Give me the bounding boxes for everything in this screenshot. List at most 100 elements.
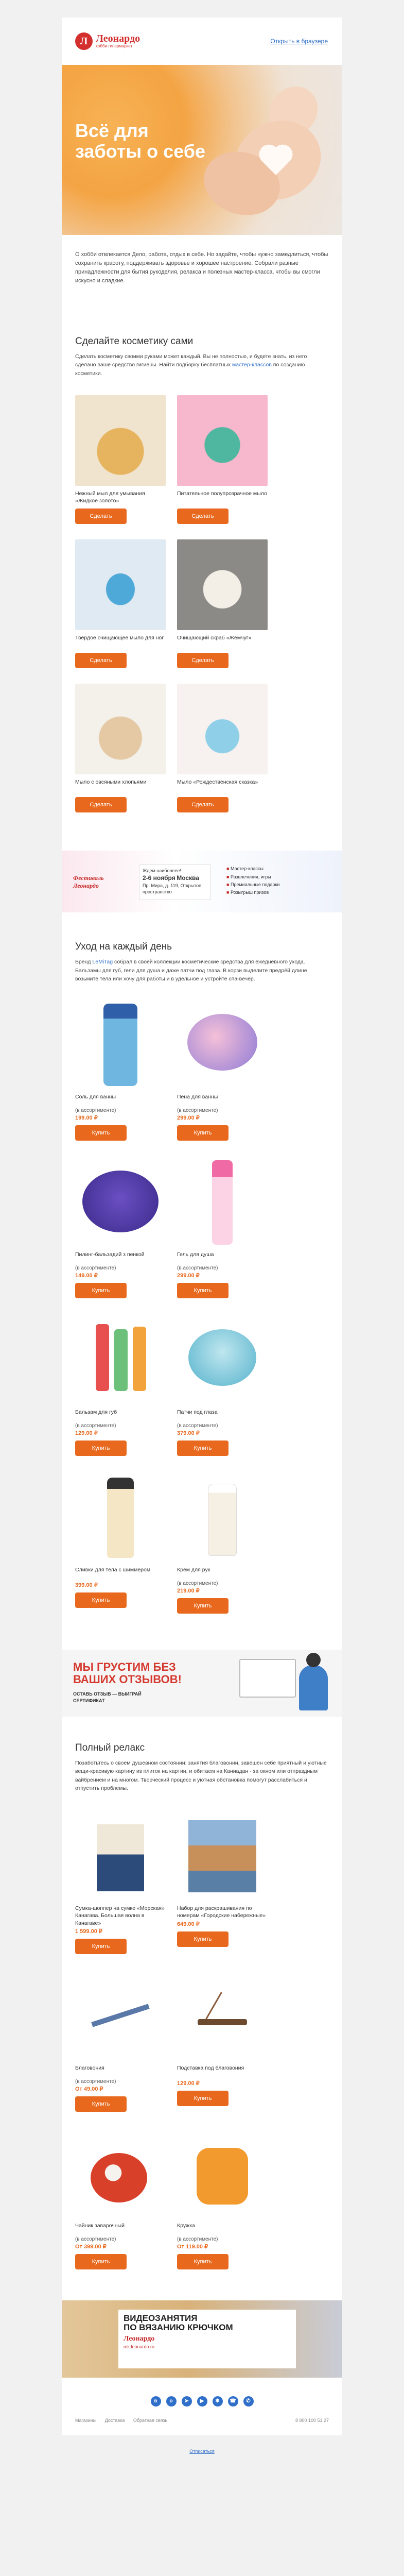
buy-button[interactable]: Купить	[75, 2096, 127, 2112]
product-image[interactable]	[177, 684, 268, 775]
product-card: Питательное полупрозрачное мыло Сделать	[177, 395, 268, 524]
buy-button[interactable]: Купить	[75, 1938, 127, 1954]
product-name: Соль для ванны	[75, 1094, 116, 1100]
product-image[interactable]	[75, 998, 166, 1090]
product-name: Пилинг-бальзадий з пенкой	[75, 1251, 145, 1258]
make-button[interactable]: Сделать	[75, 797, 127, 813]
product-name: Мыло «Рождественская сказка»	[177, 779, 258, 786]
product-image[interactable]	[75, 1969, 166, 2060]
product-grid: Нежный мыл для умывания «Жидкое золото» …	[62, 395, 342, 828]
buy-button[interactable]: Купить	[75, 1283, 127, 1299]
logo-subtitle: хобби-гипермаркет	[96, 44, 133, 49]
buy-button[interactable]: Купить	[177, 2253, 229, 2269]
dzen-icon[interactable]: ✱	[212, 2396, 223, 2406]
buy-button[interactable]: Купить	[75, 1125, 127, 1141]
product-image[interactable]	[75, 1314, 166, 1405]
product-image[interactable]	[177, 395, 268, 486]
make-button[interactable]: Сделать	[177, 797, 229, 813]
product-name: Пена для ванны	[177, 1094, 218, 1100]
video-banner[interactable]: ВИДЕОЗАНЯТИЯ ПО ВЯЗАНИЮ КРЮЧКОМ Леонардо…	[62, 2300, 342, 2378]
product-name: Крем для рук	[177, 1567, 210, 1573]
product-card: Подставка под благовония 129.00 ₽ Купить	[177, 1969, 268, 2112]
product-image[interactable]	[75, 1810, 166, 1901]
product-note: (в ассортименте)	[177, 1108, 218, 1114]
product-image[interactable]	[177, 2127, 268, 2218]
footer: Магазины Доставка Обратная связь 8 800 1…	[62, 2418, 342, 2435]
make-button[interactable]: Сделать	[75, 509, 127, 524]
masterclass-link[interactable]: мастер-классов	[232, 362, 272, 368]
product-image[interactable]	[177, 1314, 268, 1405]
buy-button[interactable]: Купить	[75, 2253, 127, 2269]
product-grid: Сумка-шоппер на сумке «Морская» Канагава…	[62, 1810, 342, 2285]
product-image[interactable]	[75, 539, 166, 631]
product-image[interactable]	[75, 684, 166, 775]
hero-banner[interactable]: Всё для заботы о себе	[62, 65, 342, 235]
buy-button[interactable]: Купить	[75, 1440, 127, 1456]
product-name: Мыло с овсяными хлопьями	[75, 779, 147, 786]
logo[interactable]: Л Леонардо хобби-гипермаркет	[75, 32, 140, 50]
product-price: 129.00 ₽	[75, 1430, 98, 1437]
vk-icon[interactable]: в	[150, 2396, 161, 2406]
product-price: 299.00 ₽	[177, 1115, 200, 1122]
product-card: Твёрдое очищающее мыло для ног Сделать	[75, 539, 166, 669]
product-image[interactable]	[177, 539, 268, 631]
open-in-browser-link[interactable]: Открыть в браузере	[270, 38, 328, 45]
reviews-banner[interactable]: МЫ ГРУСТИМ БЕЗ ВАШИХ ОТЗЫВОВ! ОСТАВЬ ОТЗ…	[62, 1650, 342, 1717]
footer-link-stores[interactable]: Магазины	[75, 2418, 96, 2423]
product-name: Подставка под благовония	[177, 2064, 244, 2071]
product-name: Питательное полупрозрачное мыло	[177, 490, 267, 497]
footer-phone[interactable]: 8 800 100 51 27	[295, 2418, 329, 2423]
section-text: Сделать косметику своими руками может ка…	[75, 353, 307, 377]
product-image[interactable]	[75, 1471, 166, 1563]
buy-button[interactable]: Купить	[177, 1598, 229, 1614]
monitor-illustration	[239, 1659, 296, 1698]
footer-link-feedback[interactable]: Обратная связь	[133, 2418, 167, 2423]
brand-link[interactable]: LeMiTag	[92, 959, 113, 965]
product-image[interactable]	[75, 2127, 166, 2218]
footer-link-delivery[interactable]: Доставка	[105, 2418, 125, 2423]
telegram-icon[interactable]: ➤	[181, 2396, 192, 2406]
unsubscribe-link[interactable]: Отписаться	[0, 2449, 404, 2454]
product-image[interactable]	[177, 1471, 268, 1563]
buy-button[interactable]: Купить	[177, 1931, 229, 1947]
intro-text: О хобби отвлекается Дело, работа, отдых …	[75, 251, 328, 284]
product-image[interactable]	[177, 998, 268, 1090]
buy-button[interactable]: Купить	[177, 1440, 229, 1456]
make-button[interactable]: Сделать	[75, 653, 127, 669]
product-image[interactable]	[177, 1969, 268, 2060]
product-card: Благовония (в ассортименте) От 49.00 ₽ К…	[75, 1969, 166, 2112]
festival-banner[interactable]: Фестиваль Леонардо Ждем наиболеее! 2-6 н…	[62, 851, 342, 913]
product-name: Благовония	[75, 2064, 104, 2071]
buy-button[interactable]: Купить	[177, 1125, 229, 1141]
youtube-icon[interactable]: ▶	[197, 2396, 207, 2406]
product-image[interactable]	[75, 395, 166, 486]
product-name: Сливки для тела с шиммером	[75, 1567, 151, 1573]
product-name: Сумка-шоппер на сумке «Морская» Канагава…	[75, 1905, 165, 1926]
festival-logo: Фестиваль Леонардо	[73, 874, 104, 890]
product-image[interactable]	[177, 1156, 268, 1247]
product-price: 299.00 ₽	[177, 1273, 200, 1279]
ok-icon[interactable]: о	[166, 2396, 177, 2406]
product-note: (в ассортименте)	[75, 1265, 116, 1272]
buy-button[interactable]: Купить	[75, 1592, 127, 1608]
product-price: 149.00 ₽	[75, 1273, 98, 1279]
product-note: (в ассортименте)	[177, 1581, 218, 1587]
make-button[interactable]: Сделать	[177, 653, 229, 669]
whatsapp-icon[interactable]: ✆	[243, 2396, 254, 2406]
video-banner-logo: Леонардо	[124, 2335, 155, 2343]
email-page: Л Леонардо хобби-гипермаркет Открыть в б…	[0, 0, 404, 2475]
product-name: Патчи под глаза	[177, 1409, 218, 1416]
product-note: (в ассортименте)	[177, 1265, 218, 1272]
viber-icon[interactable]: ☎	[227, 2396, 238, 2406]
logo-name: Леонардо	[96, 33, 140, 45]
festival-info: Ждем наиболеее! 2-6 ноября Москва Пр. Ми…	[139, 864, 211, 901]
product-card: Набор для раскрашивания по номерам «Горо…	[177, 1810, 268, 1954]
buy-button[interactable]: Купить	[177, 2090, 229, 2106]
buy-button[interactable]: Купить	[177, 1283, 229, 1299]
product-price: 129.00 ₽	[177, 2080, 200, 2087]
logo-mark: Л	[75, 32, 93, 50]
product-image[interactable]	[177, 1810, 268, 1901]
make-button[interactable]: Сделать	[177, 508, 229, 524]
product-name: Очищающий скраб «Жемчуг»	[177, 635, 252, 641]
product-image[interactable]	[75, 1156, 166, 1247]
